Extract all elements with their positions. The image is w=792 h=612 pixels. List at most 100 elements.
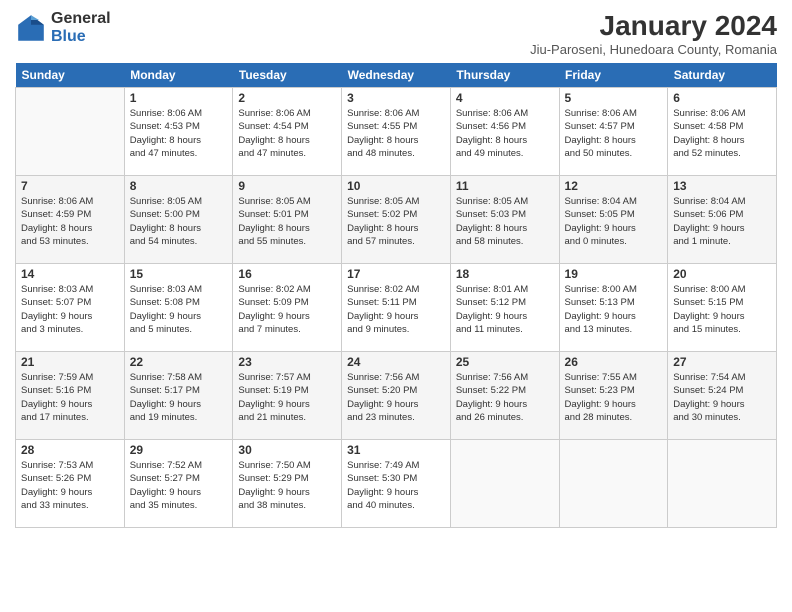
- day-info: Sunrise: 8:05 AM Sunset: 5:02 PM Dayligh…: [347, 195, 445, 248]
- calendar-cell: 31 Sunrise: 7:49 AM Sunset: 5:30 PM Dayli…: [342, 440, 451, 528]
- day-number: 16: [238, 267, 336, 281]
- day-number: 20: [673, 267, 771, 281]
- day-info: Sunrise: 7:56 AM Sunset: 5:22 PM Dayligh…: [456, 371, 554, 424]
- subtitle: Jiu-Paroseni, Hunedoara County, Romania: [530, 42, 777, 57]
- calendar-cell: 21Sunrise: 7:59 AM Sunset: 5:16 PM Dayli…: [16, 352, 125, 440]
- calendar-cell: 13 Sunrise: 8:04 AM Sunset: 5:06 PM Dayli…: [668, 176, 777, 264]
- calendar-cell: 23Sunrise: 7:57 AM Sunset: 5:19 PM Dayli…: [233, 352, 342, 440]
- title-block: January 2024 Jiu-Paroseni, Hunedoara Cou…: [530, 10, 777, 57]
- day-number: 11: [456, 179, 554, 193]
- calendar-cell: 16 Sunrise: 8:02 AM Sunset: 5:09 PM Dayli…: [233, 264, 342, 352]
- day-number: 8: [130, 179, 228, 193]
- calendar-cell: [668, 440, 777, 528]
- day-number: 22: [130, 355, 228, 369]
- day-number: 18: [456, 267, 554, 281]
- day-info: Sunrise: 8:02 AM Sunset: 5:11 PM Dayligh…: [347, 283, 445, 336]
- day-number: 15: [130, 267, 228, 281]
- calendar-cell: [16, 88, 125, 176]
- day-number: 31: [347, 443, 445, 457]
- logo-icon: [15, 12, 47, 44]
- day-info: Sunrise: 8:06 AM Sunset: 4:57 PM Dayligh…: [565, 107, 663, 160]
- day-number: 3: [347, 91, 445, 105]
- calendar-cell: 5Sunrise: 8:06 AM Sunset: 4:57 PM Daylig…: [559, 88, 668, 176]
- calendar-cell: 24 Sunrise: 7:56 AM Sunset: 5:20 PM Dayli…: [342, 352, 451, 440]
- calendar-cell: 4Sunrise: 8:06 AM Sunset: 4:56 PM Daylig…: [450, 88, 559, 176]
- day-number: 23: [238, 355, 336, 369]
- calendar-cell: 20 Sunrise: 8:00 AM Sunset: 5:15 PM Dayli…: [668, 264, 777, 352]
- day-info: Sunrise: 8:05 AM Sunset: 5:03 PM Dayligh…: [456, 195, 554, 248]
- day-number: 17: [347, 267, 445, 281]
- day-number: 10: [347, 179, 445, 193]
- calendar-cell: 1 Sunrise: 8:06 AM Sunset: 4:53 PM Daylig…: [124, 88, 233, 176]
- day-info: Sunrise: 8:06 AM Sunset: 4:59 PM Dayligh…: [21, 195, 119, 248]
- calendar-cell: [559, 440, 668, 528]
- calendar-cell: 3 Sunrise: 8:06 AM Sunset: 4:55 PM Daylig…: [342, 88, 451, 176]
- calendar-cell: 26 Sunrise: 7:55 AM Sunset: 5:23 PM Dayli…: [559, 352, 668, 440]
- calendar-cell: 30Sunrise: 7:50 AM Sunset: 5:29 PM Dayli…: [233, 440, 342, 528]
- calendar-cell: 9 Sunrise: 8:05 AM Sunset: 5:01 PM Daylig…: [233, 176, 342, 264]
- day-info: Sunrise: 7:56 AM Sunset: 5:20 PM Dayligh…: [347, 371, 445, 424]
- calendar-cell: [450, 440, 559, 528]
- day-info: Sunrise: 8:00 AM Sunset: 5:15 PM Dayligh…: [673, 283, 771, 336]
- calendar-cell: 15 Sunrise: 8:03 AM Sunset: 5:08 PM Dayli…: [124, 264, 233, 352]
- calendar-cell: 10 Sunrise: 8:05 AM Sunset: 5:02 PM Dayli…: [342, 176, 451, 264]
- col-tuesday: Tuesday: [233, 63, 342, 88]
- calendar-cell: 7Sunrise: 8:06 AM Sunset: 4:59 PM Daylig…: [16, 176, 125, 264]
- day-info: Sunrise: 8:06 AM Sunset: 4:55 PM Dayligh…: [347, 107, 445, 160]
- calendar-cell: 17 Sunrise: 8:02 AM Sunset: 5:11 PM Dayli…: [342, 264, 451, 352]
- day-info: Sunrise: 8:06 AM Sunset: 4:58 PM Dayligh…: [673, 107, 771, 160]
- day-info: Sunrise: 7:52 AM Sunset: 5:27 PM Dayligh…: [130, 459, 228, 512]
- week-row-4: 21Sunrise: 7:59 AM Sunset: 5:16 PM Dayli…: [16, 352, 777, 440]
- day-info: Sunrise: 7:50 AM Sunset: 5:29 PM Dayligh…: [238, 459, 336, 512]
- day-number: 24: [347, 355, 445, 369]
- day-number: 13: [673, 179, 771, 193]
- logo-general: General: [51, 10, 111, 28]
- calendar-cell: 19 Sunrise: 8:00 AM Sunset: 5:13 PM Dayli…: [559, 264, 668, 352]
- day-info: Sunrise: 7:55 AM Sunset: 5:23 PM Dayligh…: [565, 371, 663, 424]
- day-number: 1: [130, 91, 228, 105]
- day-number: 6: [673, 91, 771, 105]
- calendar-cell: 22Sunrise: 7:58 AM Sunset: 5:17 PM Dayli…: [124, 352, 233, 440]
- day-info: Sunrise: 8:00 AM Sunset: 5:13 PM Dayligh…: [565, 283, 663, 336]
- day-info: Sunrise: 8:03 AM Sunset: 5:07 PM Dayligh…: [21, 283, 119, 336]
- day-number: 14: [21, 267, 119, 281]
- day-number: 29: [130, 443, 228, 457]
- calendar-cell: 8 Sunrise: 8:05 AM Sunset: 5:00 PM Daylig…: [124, 176, 233, 264]
- day-info: Sunrise: 8:01 AM Sunset: 5:12 PM Dayligh…: [456, 283, 554, 336]
- day-number: 12: [565, 179, 663, 193]
- header: General Blue January 2024 Jiu-Paroseni, …: [15, 10, 777, 57]
- day-info: Sunrise: 8:05 AM Sunset: 5:01 PM Dayligh…: [238, 195, 336, 248]
- day-info: Sunrise: 8:02 AM Sunset: 5:09 PM Dayligh…: [238, 283, 336, 336]
- day-number: 19: [565, 267, 663, 281]
- main-title: January 2024: [530, 10, 777, 42]
- week-row-5: 28Sunrise: 7:53 AM Sunset: 5:26 PM Dayli…: [16, 440, 777, 528]
- day-number: 9: [238, 179, 336, 193]
- day-info: Sunrise: 8:06 AM Sunset: 4:54 PM Dayligh…: [238, 107, 336, 160]
- col-wednesday: Wednesday: [342, 63, 451, 88]
- day-info: Sunrise: 8:05 AM Sunset: 5:00 PM Dayligh…: [130, 195, 228, 248]
- calendar-cell: 29 Sunrise: 7:52 AM Sunset: 5:27 PM Dayli…: [124, 440, 233, 528]
- col-monday: Monday: [124, 63, 233, 88]
- calendar-table: Sunday Monday Tuesday Wednesday Thursday…: [15, 63, 777, 528]
- calendar-cell: 14 Sunrise: 8:03 AM Sunset: 5:07 PM Dayli…: [16, 264, 125, 352]
- week-row-3: 14 Sunrise: 8:03 AM Sunset: 5:07 PM Dayli…: [16, 264, 777, 352]
- calendar-cell: 28Sunrise: 7:53 AM Sunset: 5:26 PM Dayli…: [16, 440, 125, 528]
- week-row-2: 7Sunrise: 8:06 AM Sunset: 4:59 PM Daylig…: [16, 176, 777, 264]
- header-row: Sunday Monday Tuesday Wednesday Thursday…: [16, 63, 777, 88]
- logo-blue: Blue: [51, 28, 111, 46]
- col-saturday: Saturday: [668, 63, 777, 88]
- day-number: 28: [21, 443, 119, 457]
- day-info: Sunrise: 7:59 AM Sunset: 5:16 PM Dayligh…: [21, 371, 119, 424]
- day-info: Sunrise: 8:06 AM Sunset: 4:53 PM Dayligh…: [130, 107, 228, 160]
- day-info: Sunrise: 8:04 AM Sunset: 5:06 PM Dayligh…: [673, 195, 771, 248]
- calendar-cell: 6 Sunrise: 8:06 AM Sunset: 4:58 PM Daylig…: [668, 88, 777, 176]
- day-number: 26: [565, 355, 663, 369]
- calendar-cell: 27Sunrise: 7:54 AM Sunset: 5:24 PM Dayli…: [668, 352, 777, 440]
- day-info: Sunrise: 7:49 AM Sunset: 5:30 PM Dayligh…: [347, 459, 445, 512]
- day-number: 27: [673, 355, 771, 369]
- day-info: Sunrise: 8:06 AM Sunset: 4:56 PM Dayligh…: [456, 107, 554, 160]
- calendar-cell: 12 Sunrise: 8:04 AM Sunset: 5:05 PM Dayli…: [559, 176, 668, 264]
- day-info: Sunrise: 8:04 AM Sunset: 5:05 PM Dayligh…: [565, 195, 663, 248]
- week-row-1: 1 Sunrise: 8:06 AM Sunset: 4:53 PM Daylig…: [16, 88, 777, 176]
- day-info: Sunrise: 8:03 AM Sunset: 5:08 PM Dayligh…: [130, 283, 228, 336]
